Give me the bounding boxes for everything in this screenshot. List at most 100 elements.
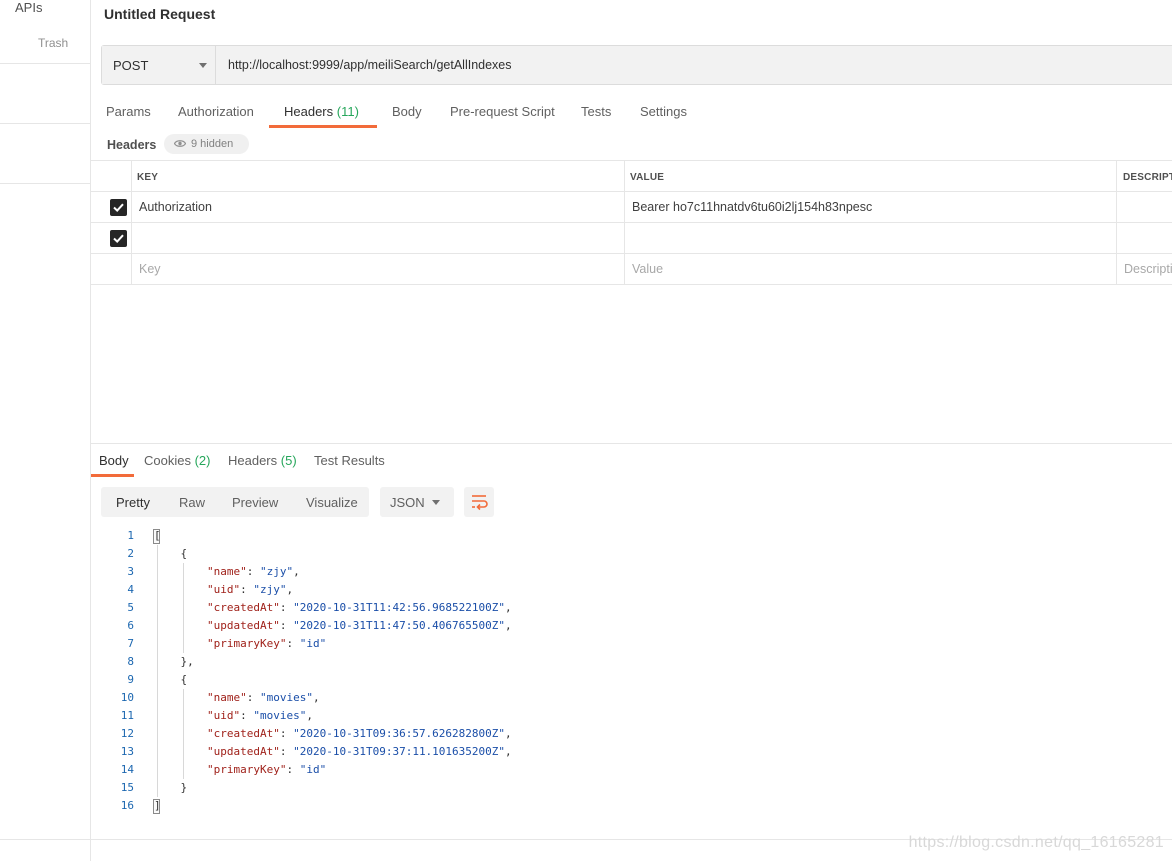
- format-visualize-button[interactable]: Visualize: [306, 495, 358, 510]
- request-response-divider[interactable]: [91, 443, 1172, 444]
- tab-params[interactable]: Params: [106, 104, 151, 119]
- code-text: }: [180, 781, 188, 794]
- code-text: "updatedAt": "2020-10-31T11:47:50.406765…: [207, 619, 512, 632]
- row-checkbox[interactable]: [110, 199, 127, 216]
- response-tab-cookies[interactable]: Cookies (2): [144, 453, 210, 468]
- format-toggle-group: Pretty Raw Preview Visualize: [101, 487, 369, 517]
- tab-tests[interactable]: Tests: [581, 104, 611, 119]
- code-text: ]: [154, 799, 161, 812]
- code-text: },: [180, 655, 194, 668]
- sidebar-divider: [0, 123, 90, 124]
- new-value-input[interactable]: Value: [632, 262, 663, 276]
- sidebar-item-trash[interactable]: Trash: [38, 36, 68, 50]
- line-number: 11: [120, 709, 134, 722]
- request-title[interactable]: Untitled Request: [104, 6, 215, 22]
- column-header-description: DESCRIPTI: [1123, 172, 1172, 183]
- column-divider: [624, 160, 625, 285]
- watermark: https://blog.csdn.net/qq_16165281: [908, 834, 1164, 851]
- line-number: 2: [127, 547, 134, 560]
- column-header-key: KEY: [137, 172, 159, 183]
- method-select[interactable]: POST: [102, 46, 216, 84]
- hidden-headers-toggle[interactable]: 9 hidden: [164, 134, 249, 154]
- code-line: 16]: [91, 797, 791, 815]
- response-tab-cookies-label: Cookies: [144, 453, 191, 468]
- tab-headers-label: Headers: [284, 104, 334, 119]
- checkmark-icon: [113, 234, 124, 244]
- wrap-lines-icon: [472, 495, 488, 511]
- format-raw-button[interactable]: Raw: [179, 495, 205, 510]
- line-number: 15: [120, 781, 134, 794]
- table-header-row: KEY VALUE DESCRIPTI: [91, 160, 1172, 192]
- active-tab-indicator: [269, 125, 377, 128]
- tab-authorization[interactable]: Authorization: [178, 104, 254, 119]
- code-text: "uid": "movies",: [207, 709, 313, 722]
- format-pretty-button[interactable]: Pretty: [116, 495, 150, 510]
- line-number: 8: [127, 655, 134, 668]
- eye-icon: [174, 140, 186, 147]
- code-line: 11 "uid": "movies",: [91, 707, 791, 725]
- tab-pre-request-script[interactable]: Pre-request Script: [450, 104, 555, 119]
- column-divider: [1116, 160, 1117, 285]
- code-line: 10 "name": "movies",: [91, 689, 791, 707]
- response-tab-test-results[interactable]: Test Results: [314, 453, 385, 468]
- code-line: 9{: [91, 671, 791, 689]
- sidebar-divider: [0, 63, 90, 64]
- url-input[interactable]: http://localhost:9999/app/meiliSearch/ge…: [228, 58, 512, 72]
- code-text: "createdAt": "2020-10-31T09:36:57.626282…: [207, 727, 512, 740]
- table-row: [91, 223, 1172, 254]
- line-number: 3: [127, 565, 134, 578]
- row-checkbox[interactable]: [110, 230, 127, 247]
- language-select[interactable]: JSON: [380, 487, 454, 517]
- chevron-down-icon: [199, 63, 207, 68]
- code-text: "createdAt": "2020-10-31T11:42:56.968522…: [207, 601, 512, 614]
- header-key-cell[interactable]: Authorization: [139, 200, 212, 214]
- format-preview-button[interactable]: Preview: [232, 495, 278, 510]
- tab-settings[interactable]: Settings: [640, 104, 687, 119]
- line-number: 5: [127, 601, 134, 614]
- sidebar-divider: [0, 183, 90, 184]
- code-text: "uid": "zjy",: [207, 583, 294, 596]
- line-number: 1: [127, 529, 134, 542]
- request-panel: Untitled Request POST http://localhost:9…: [0, 0, 1172, 861]
- request-tabs: Params Authorization Headers (11) Body P…: [91, 97, 791, 129]
- tab-body[interactable]: Body: [392, 104, 422, 119]
- chevron-down-icon: [432, 500, 440, 505]
- wrap-lines-button[interactable]: [464, 487, 494, 517]
- code-text: {: [180, 547, 188, 560]
- header-value-cell[interactable]: Bearer ho7c11hnatdv6tu60i2lj154h83npesc: [632, 200, 872, 214]
- new-description-input[interactable]: Descripti: [1124, 262, 1172, 276]
- line-number: 10: [120, 691, 134, 704]
- code-text: "primaryKey": "id": [207, 763, 327, 776]
- code-line: 12 "createdAt": "2020-10-31T09:36:57.6262…: [91, 725, 791, 743]
- response-tab-headers[interactable]: Headers (5): [228, 453, 297, 468]
- line-number: 12: [120, 727, 134, 740]
- checkmark-icon: [113, 203, 124, 213]
- line-number: 6: [127, 619, 134, 632]
- line-number: 14: [120, 763, 134, 776]
- language-label: JSON: [390, 495, 425, 510]
- code-line: 13 "updatedAt": "2020-10-31T09:37:11.1016…: [91, 743, 791, 761]
- sidebar-item-apis[interactable]: APIs: [15, 0, 42, 15]
- active-response-tab-indicator: [91, 474, 134, 477]
- code-text: "name": "zjy",: [207, 565, 300, 578]
- code-line: 14 "primaryKey": "id": [91, 761, 791, 779]
- code-line: 1[: [91, 527, 791, 545]
- hidden-headers-label: 9 hidden: [191, 138, 234, 150]
- code-line: 4 "uid": "zjy",: [91, 581, 791, 599]
- headers-section-title: Headers: [107, 138, 157, 152]
- code-line: 6 "updatedAt": "2020-10-31T11:47:50.40676…: [91, 617, 791, 635]
- code-text: "updatedAt": "2020-10-31T09:37:11.101635…: [207, 745, 512, 758]
- new-key-input[interactable]: Key: [139, 262, 161, 276]
- code-line: 3 "name": "zjy",: [91, 563, 791, 581]
- column-header-value: VALUE: [630, 172, 665, 183]
- code-line: 2{: [91, 545, 791, 563]
- tab-headers[interactable]: Headers (11): [284, 104, 359, 119]
- response-tab-cookies-count: (2): [194, 453, 211, 468]
- column-divider: [131, 160, 132, 285]
- code-line: 7 "primaryKey": "id": [91, 635, 791, 653]
- code-line: 8},: [91, 653, 791, 671]
- response-tab-body[interactable]: Body: [99, 453, 129, 468]
- table-row: Authorization Bearer ho7c11hnatdv6tu60i2…: [91, 192, 1172, 223]
- response-tab-headers-count: (5): [280, 453, 297, 468]
- new-header-row: Key Value Descripti: [91, 254, 1172, 285]
